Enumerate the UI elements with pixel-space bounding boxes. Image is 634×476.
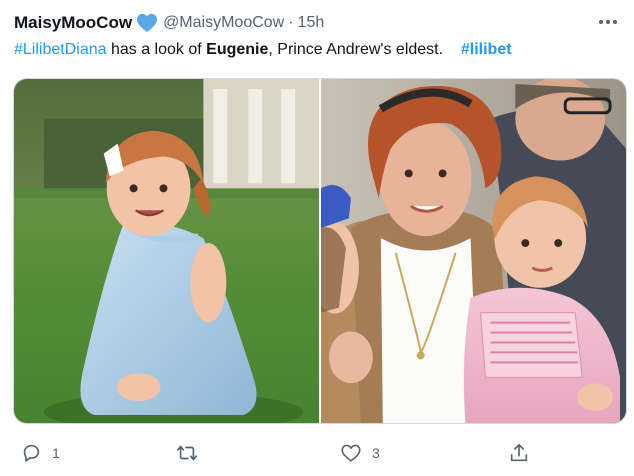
retweet-button[interactable] [176,438,208,468]
tweet-text: #LilibetDiana has a look of Eugenie, Pri… [14,40,620,60]
baby-in-blue-dress-photo[interactable] [14,79,319,423]
reply-icon [20,442,42,464]
share-button[interactable] [508,438,530,468]
tweet-text-segment: has a look of [106,41,207,58]
reply-button[interactable]: 1 [20,438,60,468]
user-handle[interactable]: @MaisyMooCow [163,14,284,32]
tweet-text-segment: , Prince Andrew's eldest. [268,41,444,58]
more-horizontal-icon[interactable] [596,12,620,32]
share-icon [508,442,530,464]
like-icon [340,442,362,464]
blue-heart-icon [136,13,158,33]
woman-holding-baby-photo[interactable] [321,79,626,423]
reply-count: 1 [52,445,60,461]
hashtag-lilibet[interactable]: #lilibet [461,41,512,58]
media-grid [13,78,627,424]
separator-dot: · [288,14,294,31]
timestamp[interactable]: 15h [298,14,325,32]
retweet-icon [176,442,198,464]
tweet-header: MaisyMooCow @MaisyMooCow · 15h [14,10,620,36]
tweet-text-bold: Eugenie [206,41,269,58]
hashtag-lilibetdiana[interactable]: #LilibetDiana [14,41,107,58]
like-count: 3 [372,445,380,461]
like-button[interactable]: 3 [340,438,380,468]
display-name[interactable]: MaisyMooCow [14,13,132,33]
tweet-actions: 1 3 [14,438,534,468]
